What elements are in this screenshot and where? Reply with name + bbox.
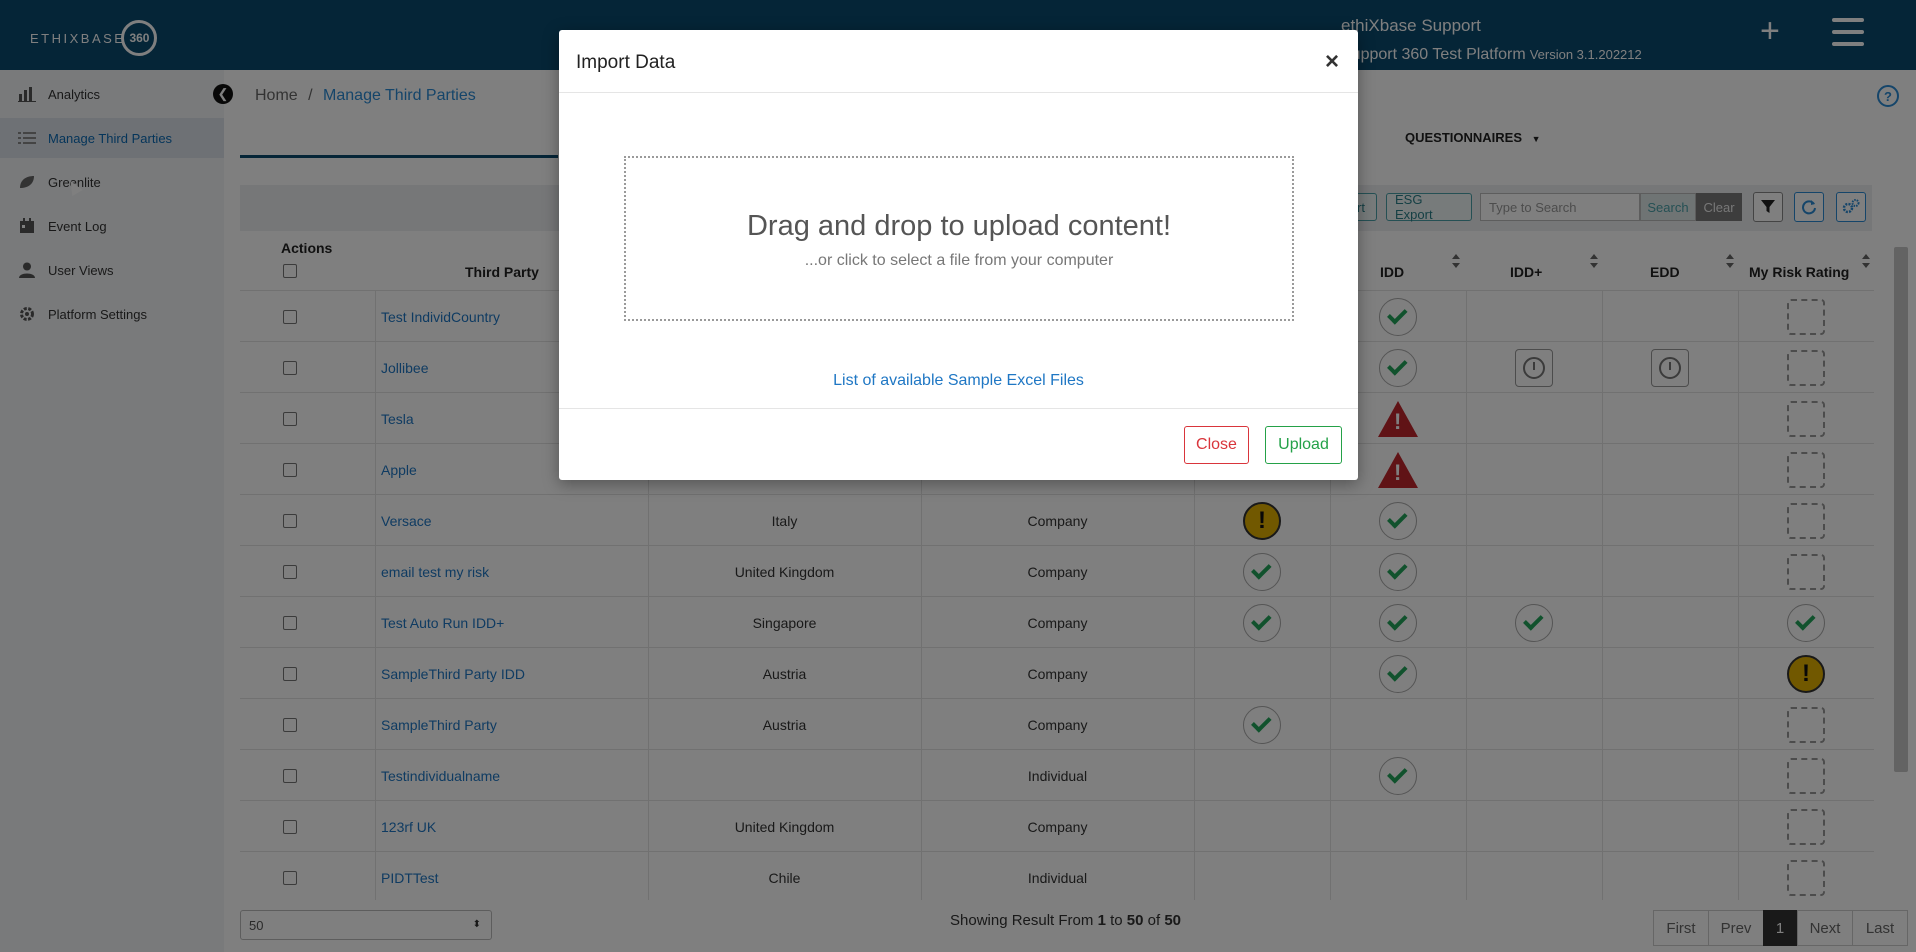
modal-divider [559, 92, 1358, 93]
upload-button[interactable]: Upload [1265, 426, 1342, 464]
close-button[interactable]: Close [1184, 426, 1249, 464]
file-dropzone[interactable]: Drag and drop to upload content! ...or c… [624, 156, 1294, 321]
close-icon[interactable]: × [1325, 48, 1339, 76]
modal-divider [559, 408, 1358, 409]
modal-title: Import Data [576, 52, 676, 73]
dropzone-heading: Drag and drop to upload content! [746, 210, 1172, 242]
import-data-modal: Import Data × Drag and drop to upload co… [559, 30, 1358, 480]
sample-files-link[interactable]: List of available Sample Excel Files [559, 372, 1358, 390]
sample-files-label[interactable]: List of available Sample Excel Files [833, 372, 1084, 389]
dropzone-subtext: ...or click to select a file from your c… [804, 252, 1114, 269]
